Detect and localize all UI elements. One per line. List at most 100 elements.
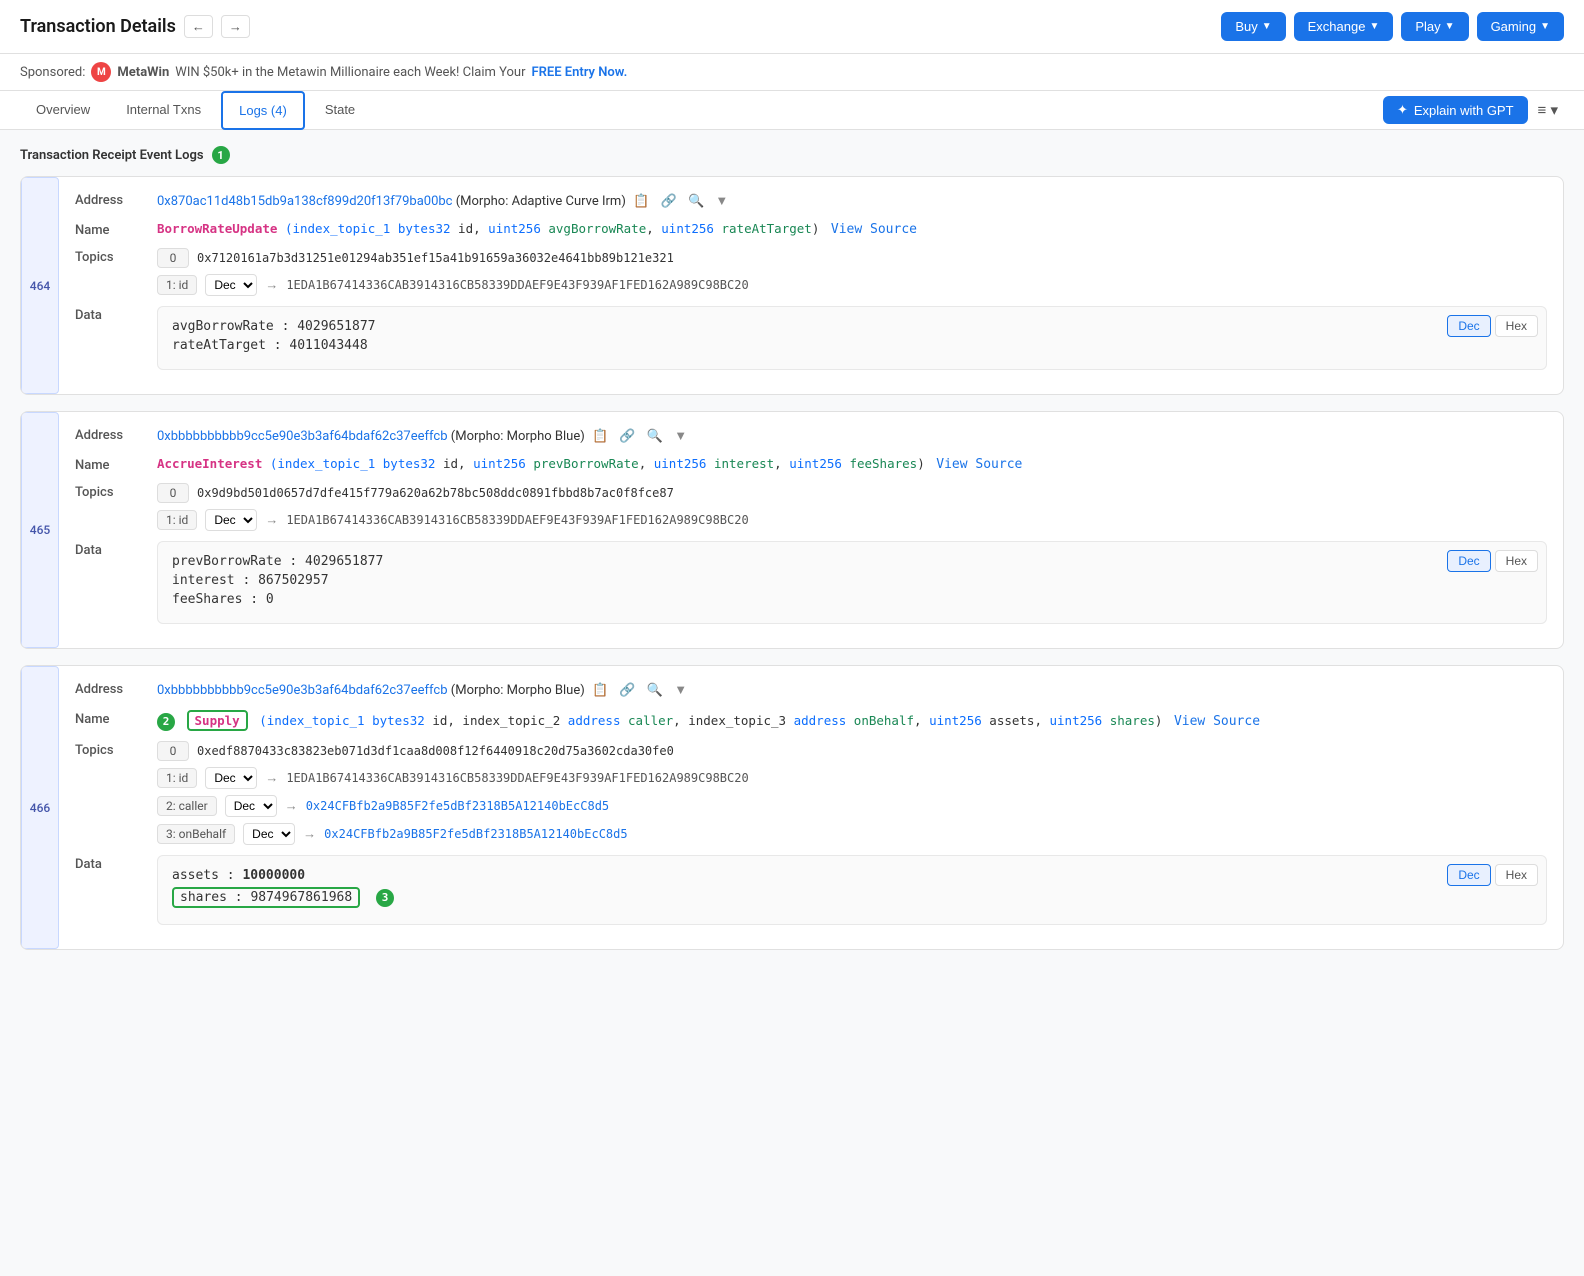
top-bar-right: Buy ▼ Exchange ▼ Play ▼ Gaming ▼ [1221,12,1564,41]
data-line-assets: assets : 10000000 [172,868,1532,883]
chevron-down-icon[interactable]: ▼ [670,680,691,699]
view-source-464[interactable]: View Source [831,222,917,237]
chevron-down-icon[interactable]: ▼ [711,191,732,210]
top-bar: Transaction Details ← → Buy ▼ Exchange ▼… [0,0,1584,54]
hex-button-464[interactable]: Hex [1495,315,1538,337]
sponsor-link[interactable]: FREE Entry Now. [531,65,627,80]
address-value: 0x870ac11d48b15db9a138cf899d20f13f79ba00… [157,191,1547,211]
address-label: Address [75,191,145,208]
topic-row-1-466: 1: id Dec → 1EDA1B67414336CAB3914316CB58… [157,767,1547,789]
log-inner-466: Address 0xbbbbbbbbbb9cc5e90e3b3af64bdaf6… [59,666,1563,949]
hex-button-465[interactable]: Hex [1495,550,1538,572]
copy-icon[interactable]: 📋 [588,680,612,700]
topic-decoded-1-465: 1EDA1B67414336CAB3914316CB58339DDAEF9E43… [286,513,748,527]
dec-select-466-2[interactable]: Dec [225,795,277,817]
topic-row-0: 0 0x7120161a7b3d31251e01294ab351ef15a41b… [157,248,1547,268]
log-topics-row-465: Topics 0 0x9d9bd501d0657d7dfe415f779a620… [75,483,1547,531]
copy-icon[interactable]: 📋 [588,426,612,446]
data-line-1: rateAtTarget : 4011043448 [172,338,1532,353]
filter-button[interactable]: ≡ ▾ [1532,95,1564,125]
topic-decoded-link-2-466[interactable]: 0x24CFBfb2a9B85F2fe5dBf2318B5A12140bEcC8… [306,799,609,813]
topic-row-1-465: 1: id Dec → 1EDA1B67414336CAB3914316CB58… [157,509,1547,531]
chevron-down-icon: ▼ [1540,21,1550,32]
log-card-466: 466 Address 0xbbbbbbbbbb9cc5e90e3b3af64b… [20,665,1564,950]
topic-row-1: 1: id Dec → 1EDA1B67414336CAB3914316CB58… [157,274,1547,296]
link-icon[interactable]: 🔗 [657,191,681,211]
search-icon[interactable]: 🔍 [684,191,708,211]
data-actions-465: Dec Hex [1447,550,1538,572]
chevron-down-icon[interactable]: ▼ [670,426,691,445]
view-source-465[interactable]: View Source [936,457,1022,472]
tab-state[interactable]: State [309,92,371,129]
tab-logs[interactable]: Logs (4) [221,91,305,130]
tab-overview[interactable]: Overview [20,92,106,129]
search-icon[interactable]: 🔍 [643,426,667,446]
func-name-464: BorrowRateUpdate (index_topic_1 bytes32 … [157,221,1547,237]
topic-index-0: 0 [157,483,189,503]
main-content: Transaction Receipt Event Logs 1 464 Add… [0,130,1584,982]
log-topics-row-466: Topics 0 0xedf8870433c83823eb071d3df1caa… [75,741,1547,845]
log-address-row-466: Address 0xbbbbbbbbbb9cc5e90e3b3af64bdaf6… [75,680,1547,700]
play-button[interactable]: Play ▼ [1401,12,1468,41]
explain-gpt-button[interactable]: ✦ Explain with GPT [1383,96,1528,124]
nav-back-button[interactable]: ← [184,15,213,38]
log-card-465: 465 Address 0xbbbbbbbbbb9cc5e90e3b3af64b… [20,411,1564,649]
sponsor-bar: Sponsored: M MetaWin WIN $50k+ in the Me… [0,54,1584,91]
data-465: prevBorrowRate : 4029651877 interest : 8… [157,541,1547,624]
metawin-logo: M [91,62,111,82]
address-value-466: 0xbbbbbbbbbb9cc5e90e3b3af64bdaf62c37eeff… [157,680,1547,700]
gaming-button[interactable]: Gaming ▼ [1477,12,1564,41]
sponsor-text: WIN $50k+ in the Metawin Millionaire eac… [175,65,525,80]
sponsored-label: Sponsored: [20,65,85,80]
sponsor-name: MetaWin [117,65,169,80]
data-line-interest: interest : 867502957 [172,573,1532,588]
data-464: avgBorrowRate : 4029651877 rateAtTarget … [157,306,1547,370]
log-address-row: Address 0x870ac11d48b15db9a138cf899d20f1… [75,191,1547,211]
topic-hash-0: 0x7120161a7b3d31251e01294ab351ef15a41b91… [197,251,674,265]
topic-index-1-466: 1: id [157,768,197,788]
topic-index-0-466: 0 [157,741,189,761]
address-link-466[interactable]: 0xbbbbbbbbbb9cc5e90e3b3af64bdaf62c37eeff… [157,683,448,698]
section-title: Transaction Receipt Event Logs [20,148,204,163]
topic-hash-0-465: 0x9d9bd501d0657d7dfe415f779a620a62b78bc5… [197,486,674,500]
dec-select-466-3[interactable]: Dec [243,823,295,845]
log-data-row-464: Data avgBorrowRate : 4029651877 rateAtTa… [75,306,1547,370]
section-badge: 1 [212,146,230,164]
data-label: Data [75,855,145,872]
exchange-button[interactable]: Exchange ▼ [1294,12,1394,41]
shares-highlight: shares : 9874967861968 [172,887,360,908]
top-bar-left: Transaction Details ← → [20,15,250,38]
dec-select-465-1[interactable]: Dec [205,509,257,531]
data-line-feeshares: feeShares : 0 [172,592,1532,607]
topic-decoded-1-466: 1EDA1B67414336CAB3914316CB58339DDAEF9E43… [286,771,748,785]
topic-index-0: 0 [157,248,189,268]
dec-button-464[interactable]: Dec [1447,315,1490,337]
dec-select-466-1[interactable]: Dec [205,767,257,789]
search-icon[interactable]: 🔍 [643,680,667,700]
link-icon[interactable]: 🔗 [615,426,639,446]
data-actions-466: Dec Hex [1447,864,1538,886]
buy-button[interactable]: Buy ▼ [1221,12,1285,41]
link-icon[interactable]: 🔗 [615,680,639,700]
section-header: Transaction Receipt Event Logs 1 [20,146,1564,164]
dec-button-465[interactable]: Dec [1447,550,1490,572]
address-link-464[interactable]: 0x870ac11d48b15db9a138cf899d20f13f79ba00… [157,194,452,209]
log-name-row-464: Name BorrowRateUpdate (index_topic_1 byt… [75,221,1547,238]
address-link-465[interactable]: 0xbbbbbbbbbb9cc5e90e3b3af64bdaf62c37eeff… [157,429,448,444]
tab-internal-txns[interactable]: Internal Txns [110,92,217,129]
dec-select-1[interactable]: Dec [205,274,257,296]
name-label: Name [75,456,145,473]
topic-index-1-465: 1: id [157,510,197,530]
view-source-466[interactable]: View Source [1174,714,1260,729]
topic-index-1: 1: id [157,275,197,295]
gpt-icon: ✦ [1397,102,1408,118]
hex-button-466[interactable]: Hex [1495,864,1538,886]
topic-decoded-link-3-466[interactable]: 0x24CFBfb2a9B85F2fe5dBf2318B5A12140bEcC8… [324,827,627,841]
copy-icon[interactable]: 📋 [629,191,653,211]
log-number-464: 464 [21,177,59,394]
dec-button-466[interactable]: Dec [1447,864,1490,886]
topics-466: 0 0xedf8870433c83823eb071d3df1caa8d008f1… [157,741,1547,845]
log-name-row-466: Name 2 Supply (index_topic_1 bytes32 id,… [75,710,1547,731]
data-actions-464: Dec Hex [1447,315,1538,337]
nav-forward-button[interactable]: → [221,15,250,38]
